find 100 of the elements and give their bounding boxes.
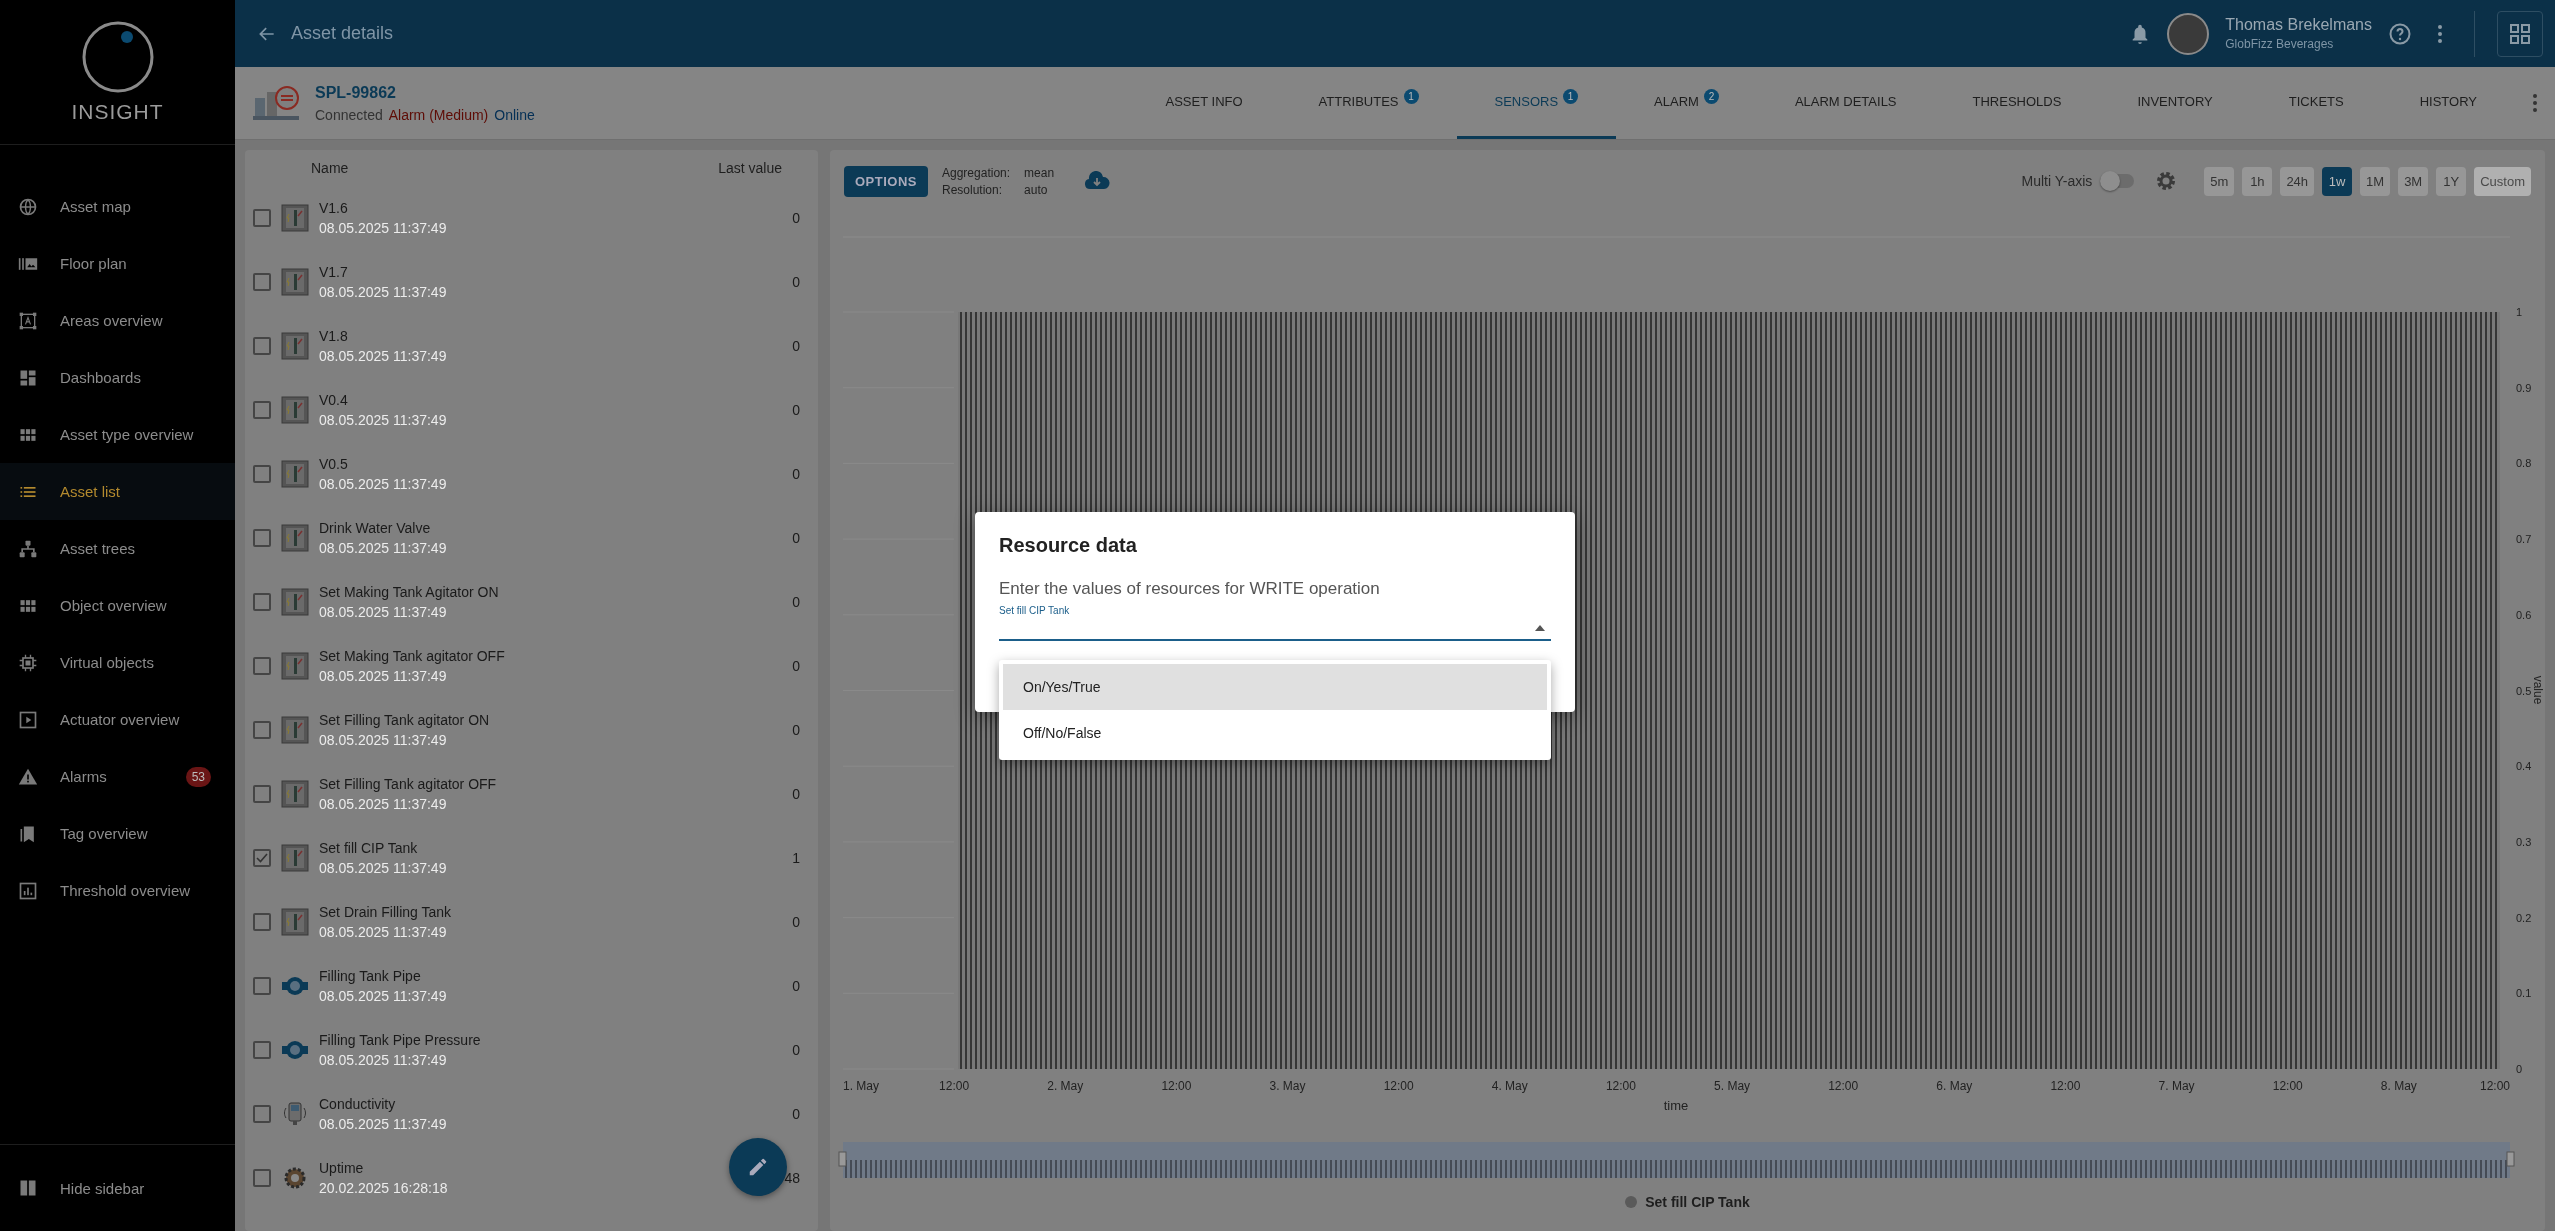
user-name: Thomas Brekelmans [2225, 16, 2372, 34]
sensor-name: Set Drain Filling Tank [319, 904, 452, 920]
sidebar-item[interactable]: Asset map [0, 178, 235, 235]
dropdown-option[interactable]: On/Yes/True [1003, 664, 1547, 710]
y-tick-label: 0.9 [2516, 381, 2532, 394]
help-icon[interactable] [2388, 21, 2412, 46]
time-range-button[interactable]: 1Y [2436, 166, 2467, 196]
cloud-download-icon[interactable] [1084, 171, 1111, 191]
timestamp: 08.05.2025 11:37:49 [319, 988, 447, 1004]
checkbox[interactable] [253, 401, 271, 419]
x-tick-label: 6. May [1936, 1079, 1973, 1093]
y-tick-label: 0 [2516, 1063, 2523, 1075]
timestamp: 08.05.2025 11:37:49 [319, 1116, 447, 1132]
tab[interactable]: ALARM 2 [1616, 67, 1757, 139]
sidebar-item[interactable]: Dashboards [0, 349, 235, 406]
last-value: 0 [792, 722, 800, 738]
hide-sidebar-button[interactable]: Hide sidebar [0, 1144, 235, 1231]
time-range-button[interactable]: 1h [2242, 166, 2273, 196]
online-status: Online [494, 106, 535, 123]
switch-panel-icon [281, 716, 309, 744]
y-tick-label: 0.3 [2516, 835, 2532, 848]
y-tick-label: 0.1 [2516, 987, 2532, 1000]
checkbox[interactable] [253, 337, 271, 355]
checkbox[interactable] [253, 529, 271, 547]
apps-grid-button[interactable] [2497, 10, 2543, 57]
sensor-name: Filling Tank Pipe Pressure [319, 1032, 481, 1048]
dialog-title: Resource data [999, 534, 1138, 557]
checkbox[interactable] [253, 1169, 271, 1187]
sidebar-item[interactable]: Threshold overview [0, 862, 235, 919]
tab[interactable]: ALARM DETAILS [1756, 67, 1935, 139]
sidebar-item[interactable]: Virtual objects [0, 634, 235, 691]
page-title: Asset details [291, 23, 394, 44]
sidebar-item[interactable]: Asset list [0, 463, 235, 520]
last-value: 0 [792, 594, 800, 610]
switch-panel-icon [281, 268, 309, 296]
checkbox[interactable] [253, 657, 271, 675]
sidebar-item[interactable]: Object overview [0, 577, 235, 634]
asset-id: SPL-99862 [315, 83, 397, 102]
switch-panel-icon [281, 332, 309, 360]
checkbox[interactable] [253, 1041, 271, 1059]
alarm-status: Alarm (Medium) [388, 106, 489, 123]
organization-name: GlobFizz Beverages [2225, 37, 2335, 51]
sensor-name: V1.8 [319, 328, 348, 344]
time-range-button[interactable]: 24h [2280, 166, 2315, 196]
last-value: 0 [792, 1106, 800, 1122]
checkbox[interactable] [253, 273, 271, 291]
x-tick-label: 3. May [1269, 1079, 1306, 1093]
avatar[interactable] [2167, 12, 2210, 55]
timestamp: 08.05.2025 11:37:49 [319, 604, 447, 620]
sidebar-item[interactable]: Actuator overview [0, 691, 235, 748]
switch-panel-icon [281, 204, 309, 232]
time-range-button[interactable]: 3M [2398, 166, 2429, 196]
column-header: Name [311, 160, 350, 176]
time-range-button[interactable]: 1M [2360, 166, 2391, 196]
y-tick-label: 0.4 [2516, 760, 2532, 773]
sidebar-item[interactable]: Areas overview [0, 292, 235, 349]
count-badge: 1 [1563, 89, 1579, 104]
checkbox[interactable] [253, 209, 271, 227]
setting-label: Aggregation: [942, 165, 1011, 180]
tab[interactable]: SENSORS 1 [1456, 67, 1617, 139]
range-navigator[interactable] [838, 1142, 2515, 1178]
sidebar-item[interactable]: Tag overview [0, 805, 235, 862]
options-button[interactable]: OPTIONS [844, 165, 928, 197]
select-field[interactable]: Set fill CIP Tank [999, 605, 1551, 641]
timestamp: 08.05.2025 11:37:49 [319, 220, 447, 236]
last-value: 0 [792, 210, 800, 226]
sidebar-item[interactable]: Alarms 53 [0, 748, 235, 805]
dialog-text: Enter the values of resources for WRITE operation [999, 579, 1381, 599]
last-value: 0 [792, 978, 800, 994]
multi-y-axis-toggle[interactable] [2100, 174, 2135, 188]
switch-panel-icon [281, 652, 309, 680]
last-value: 0 [792, 658, 800, 674]
checkbox[interactable] [253, 721, 271, 739]
x-tick-label: 2. May [1047, 1079, 1084, 1093]
x-tick-label: 12:00 [939, 1079, 970, 1093]
checkbox[interactable] [253, 913, 271, 931]
sidebar-item[interactable]: Asset type overview [0, 406, 235, 463]
legend-label[interactable]: Set fill CIP Tank [1645, 1194, 1750, 1210]
checkbox[interactable] [253, 465, 271, 483]
tab[interactable]: INVENTORY [2099, 67, 2251, 139]
tab[interactable]: THRESHOLDS [1934, 67, 2100, 139]
tab[interactable]: TICKETS [2250, 67, 2382, 139]
time-range-button[interactable]: 5m [2204, 166, 2235, 196]
sensor-name: V0.4 [319, 392, 348, 408]
sidebar-item[interactable]: Asset trees [0, 520, 235, 577]
checkbox[interactable] [253, 785, 271, 803]
timestamp: 08.05.2025 11:37:49 [319, 668, 447, 684]
checkbox[interactable] [253, 1105, 271, 1123]
time-range-button[interactable]: 1w [2322, 166, 2353, 196]
checkbox[interactable] [253, 977, 271, 995]
sidebar-panel-icon [18, 1178, 38, 1198]
checkbox[interactable] [253, 593, 271, 611]
checkbox[interactable] [253, 849, 271, 867]
timestamp: 08.05.2025 11:37:49 [319, 796, 447, 812]
tab[interactable]: ATTRIBUTES 1 [1280, 67, 1457, 139]
tab[interactable]: ASSET INFO [1127, 67, 1281, 139]
connection-status: Connected [315, 106, 383, 123]
tab[interactable]: HISTORY [2381, 67, 2515, 139]
timestamp: 08.05.2025 11:37:49 [319, 924, 447, 940]
sidebar-item[interactable]: Floor plan [0, 235, 235, 292]
